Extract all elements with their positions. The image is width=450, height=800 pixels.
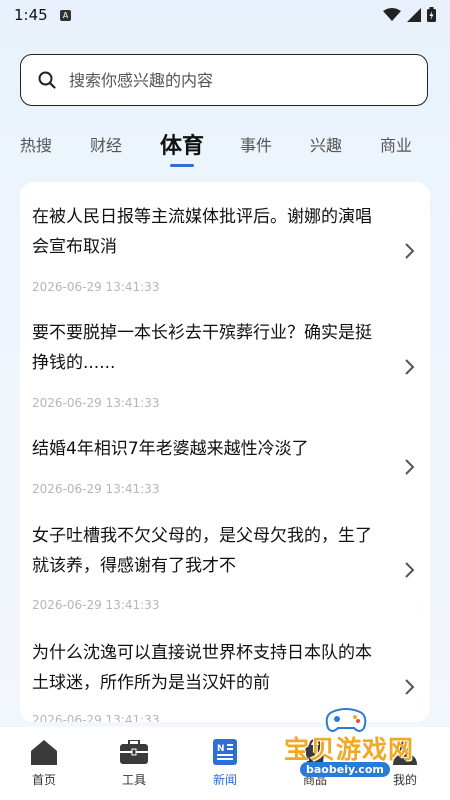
- tab-sports[interactable]: 体育: [160, 128, 204, 160]
- news-title: 女子吐槽我不欠父母的，是父母欠我的，生了就该养，得感谢有了我才不: [32, 526, 372, 576]
- watermark-text: 宝贝游戏网: [284, 735, 415, 764]
- news-title: 在被人民日报等主流媒体批评后。谢娜的演唱会宣布取消: [32, 207, 372, 257]
- wifi-icon: [383, 7, 401, 21]
- status-time: 1:45: [14, 6, 48, 24]
- tab-hot[interactable]: 热搜: [20, 132, 52, 156]
- home-icon: [31, 740, 57, 765]
- list-item[interactable]: 结婚4年相识7年老婆越来越性冷淡了 2026-06-29 13:41:33: [20, 434, 430, 504]
- category-tabs: 热搜 财经 体育 事件 兴趣 商业: [0, 126, 450, 172]
- watermark-logo: 宝贝游戏网 baobeiy.com: [270, 708, 430, 788]
- toolbox-icon: [120, 740, 148, 764]
- nav-home[interactable]: 首页: [14, 735, 74, 788]
- tab-events[interactable]: 事件: [240, 132, 272, 156]
- watermark-url: baobeiy.com: [300, 762, 390, 777]
- nav-news[interactable]: N 新闻: [195, 735, 255, 788]
- tab-interests[interactable]: 兴趣: [310, 132, 342, 156]
- nav-label: 新闻: [212, 773, 237, 787]
- battery-icon: [427, 7, 436, 22]
- news-time: 2026-06-29 13:41:33: [32, 280, 160, 294]
- svg-text:N: N: [217, 744, 225, 754]
- list-item[interactable]: 要不要脱掉一本长衫去干殡葬行业？确实是挺挣钱的...... 2026-06-29…: [20, 318, 430, 418]
- chevron-right-icon: [405, 679, 415, 695]
- status-icons: [383, 7, 436, 22]
- news-icon: N: [213, 739, 237, 765]
- status-bar: 1:45 A: [0, 0, 450, 32]
- notification-icon: A: [60, 10, 71, 21]
- list-item[interactable]: 女子吐槽我不欠父母的，是父母欠我的，生了就该养，得感谢有了我才不 2026-06…: [20, 521, 430, 621]
- nav-tools[interactable]: 工具: [104, 735, 164, 788]
- news-time: 2026-06-29 13:41:33: [32, 482, 160, 496]
- news-list: 在被人民日报等主流媒体批评后。谢娜的演唱会宣布取消 2026-06-29 13:…: [20, 182, 430, 722]
- chevron-right-icon: [405, 562, 415, 578]
- chevron-right-icon: [405, 359, 415, 375]
- tab-finance[interactable]: 财经: [90, 132, 122, 156]
- active-tab-indicator: [170, 164, 194, 167]
- chevron-right-icon: [405, 243, 415, 259]
- tab-business[interactable]: 商业: [380, 132, 412, 156]
- news-title: 要不要脱掉一本长衫去干殡葬行业？确实是挺挣钱的......: [32, 323, 372, 373]
- search-icon: [38, 71, 56, 89]
- list-item[interactable]: 在被人民日报等主流媒体批评后。谢娜的演唱会宣布取消 2026-06-29 13:…: [20, 202, 430, 302]
- nav-label: 首页: [31, 773, 56, 787]
- news-time: 2026-06-29 13:41:33: [32, 713, 160, 722]
- nav-label: 工具: [121, 773, 146, 787]
- search-bar[interactable]: [20, 54, 428, 106]
- news-time: 2026-06-29 13:41:33: [32, 598, 160, 612]
- chevron-right-icon: [405, 459, 415, 475]
- search-input[interactable]: [67, 69, 391, 91]
- signal-icon: [407, 7, 421, 22]
- news-time: 2026-06-29 13:41:33: [32, 396, 160, 410]
- news-title: 结婚4年相识7年老婆越来越性冷淡了: [32, 439, 309, 459]
- news-title: 为什么沈逸可以直接说世界杯支持日本队的本土球迷，所作所为是当汉奸的前: [32, 643, 372, 693]
